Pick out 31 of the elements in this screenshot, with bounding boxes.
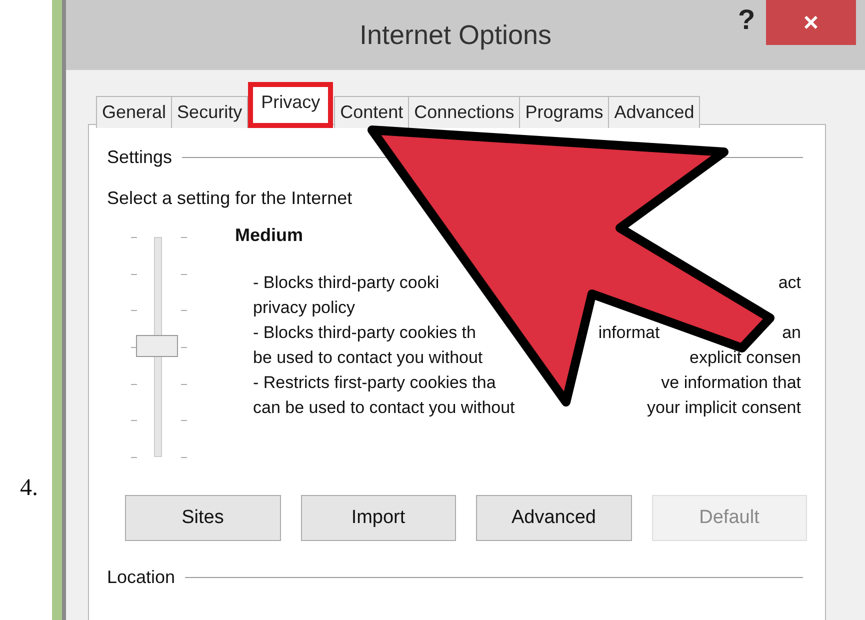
tab[interactable]: Advanced: [608, 96, 700, 128]
dialog-button[interactable]: Import: [300, 495, 456, 541]
description-text: privacy policy: [253, 297, 356, 319]
step-number: 4.: [20, 475, 38, 502]
description-text: - Blocks third-party cooki: [253, 272, 440, 294]
tab[interactable]: Privacy: [248, 82, 334, 128]
description-text: an: [782, 322, 801, 344]
tab[interactable]: Programs: [519, 96, 610, 128]
tab[interactable]: Security: [171, 96, 248, 128]
group-heading: Location: [107, 567, 176, 588]
description-text: can be used to contact you without: [253, 397, 515, 419]
group-heading: Settings: [107, 147, 172, 168]
window-title: Internet Options: [359, 20, 552, 50]
slider-thumb[interactable]: [136, 335, 178, 357]
description-text: act: [778, 272, 801, 294]
description-text: explicit consen: [689, 347, 801, 369]
description-text: be used to contact you without: [253, 347, 483, 369]
close-button[interactable]: ×: [766, 0, 856, 45]
tab[interactable]: General: [96, 96, 172, 128]
dialog-button[interactable]: Advanced: [476, 495, 632, 541]
instruction-text: Select a setting for the Internet: [107, 188, 354, 209]
description-text: your implicit consent: [646, 397, 801, 419]
description-text: - Restricts first-party cookies tha: [253, 372, 496, 394]
description-text: - Blocks third-party cookies th: [253, 322, 476, 344]
tab[interactable]: Connections: [408, 96, 520, 128]
tab[interactable]: Content: [334, 96, 410, 128]
description-text: ve information that: [661, 372, 801, 394]
description-text: informat: [598, 322, 660, 344]
help-button[interactable]: ?: [738, 4, 756, 36]
dialog-button[interactable]: Sites: [125, 495, 280, 541]
level-name: Medium: [235, 225, 304, 246]
